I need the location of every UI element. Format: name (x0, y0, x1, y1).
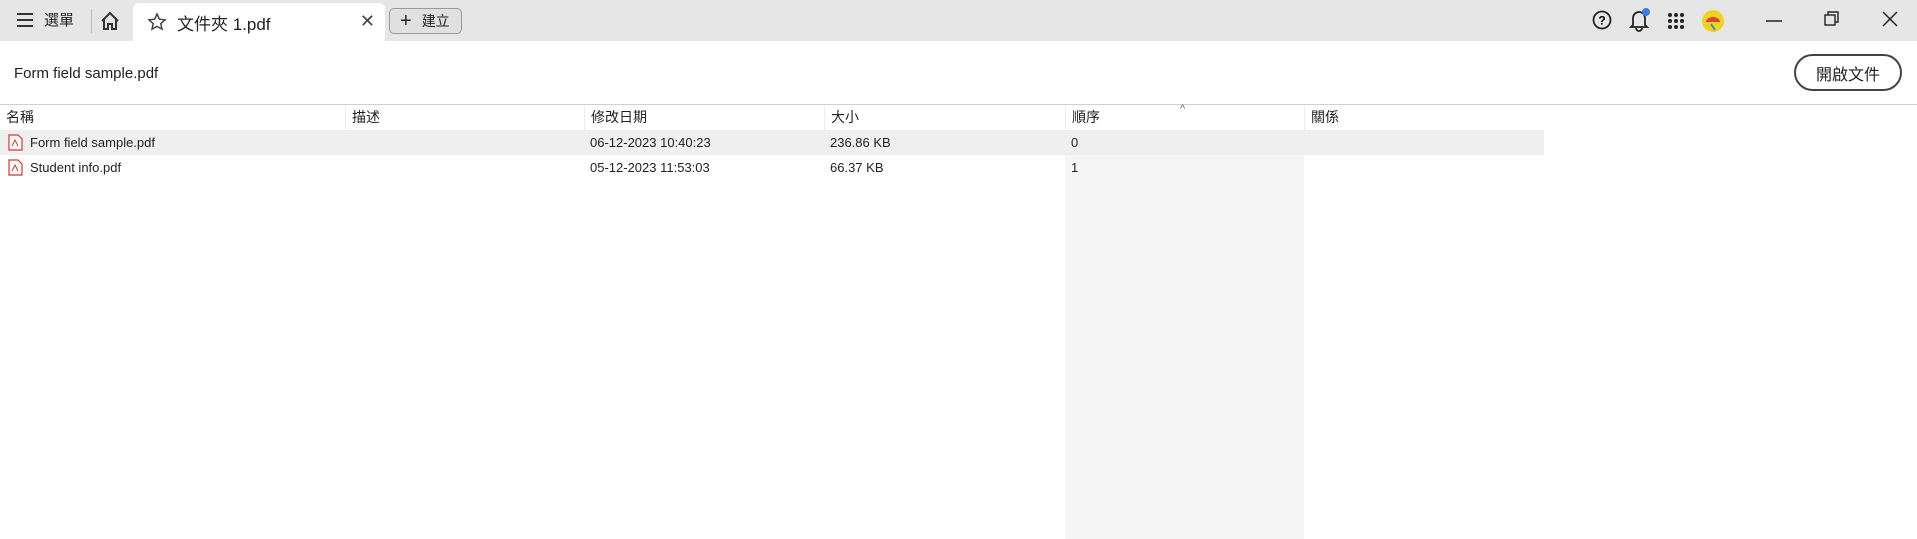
pdf-file-icon (8, 134, 23, 151)
svg-text:?: ? (1598, 14, 1605, 28)
divider (91, 9, 92, 33)
create-button[interactable]: + 建立 (389, 8, 462, 34)
sort-ascending-icon: ^ (1180, 103, 1186, 115)
minimize-icon[interactable] (1765, 12, 1783, 30)
home-icon[interactable] (99, 10, 121, 32)
close-tab-icon[interactable]: ✕ (360, 11, 375, 32)
file-size: 66.37 KB (830, 160, 884, 175)
document-title: Form field sample.pdf (14, 65, 159, 82)
modified-date: 05-12-2023 11:53:03 (590, 160, 710, 175)
plus-icon: + (400, 10, 412, 32)
file-size: 236.86 KB (830, 135, 891, 150)
menu-button[interactable]: 選單 (16, 9, 74, 30)
order-value: 0 (1071, 135, 1079, 150)
avatar[interactable] (1702, 10, 1724, 32)
column-header-size[interactable]: 大小 (824, 105, 1065, 130)
tab-bar: 選單 文件夾 1.pdf ✕ + 建立 ? (0, 0, 1917, 41)
help-icon[interactable]: ? (1591, 9, 1613, 31)
column-header-relation[interactable]: 關係 (1304, 105, 1544, 130)
column-header-modified[interactable]: 修改日期 (584, 105, 824, 130)
star-icon[interactable] (147, 12, 167, 32)
table-row[interactable]: Student info.pdf 05-12-2023 11:53:03 66.… (0, 155, 1544, 180)
tab-title: 文件夾 1.pdf (177, 14, 271, 34)
tab-document[interactable]: 文件夾 1.pdf ✕ (133, 3, 385, 41)
column-header-name[interactable]: 名稱 (0, 105, 345, 130)
table-row[interactable]: Form field sample.pdf 06-12-2023 10:40:2… (0, 130, 1544, 155)
open-document-button[interactable]: 開啟文件 (1794, 54, 1902, 91)
bell-icon[interactable] (1627, 7, 1651, 33)
order-value: 1 (1071, 160, 1079, 175)
pdf-file-icon (8, 159, 23, 176)
file-name: Form field sample.pdf (30, 135, 155, 150)
create-label: 建立 (421, 13, 450, 29)
hamburger-icon (17, 12, 33, 27)
close-window-icon[interactable] (1882, 11, 1898, 27)
apps-grid-icon[interactable] (1667, 12, 1685, 30)
column-header-description[interactable]: 描述 (345, 105, 584, 130)
file-name: Student info.pdf (30, 160, 122, 175)
restore-icon[interactable] (1824, 11, 1840, 27)
modified-date: 06-12-2023 10:40:23 (590, 135, 711, 150)
menu-label: 選單 (44, 12, 75, 29)
